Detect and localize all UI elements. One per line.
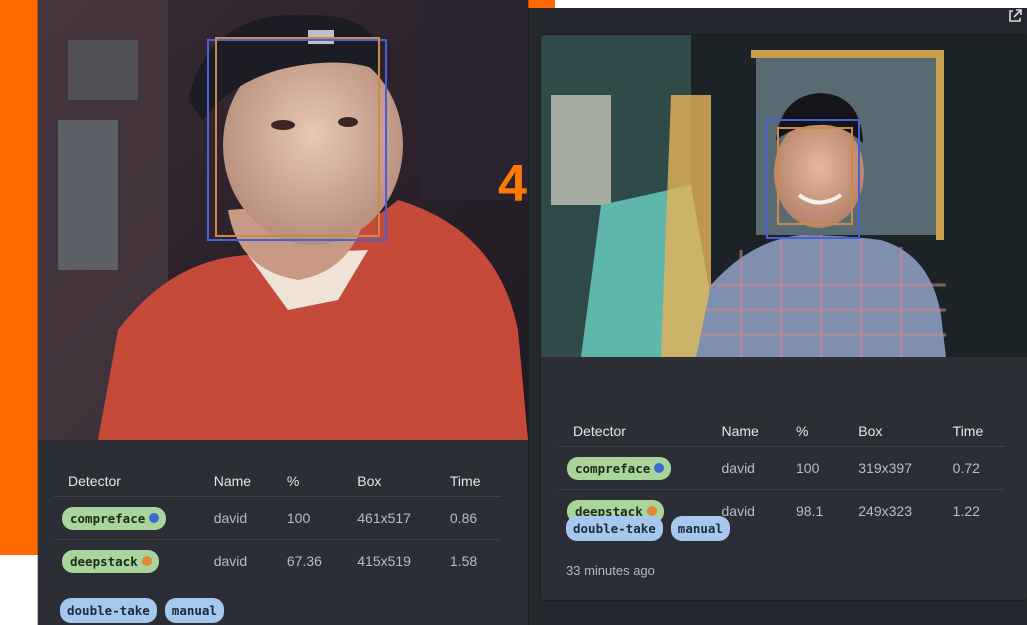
photo-image bbox=[541, 35, 1027, 357]
col-detector: Detector bbox=[54, 466, 200, 497]
col-detector: Detector bbox=[559, 416, 708, 447]
col-box: Box bbox=[343, 466, 436, 497]
col-time: Time bbox=[938, 416, 1005, 447]
tag-manual[interactable]: manual bbox=[164, 598, 224, 623]
step-number: 4 bbox=[498, 155, 527, 213]
cell-percent: 100 bbox=[272, 496, 344, 540]
col-box: Box bbox=[844, 416, 939, 447]
match-photo[interactable] bbox=[38, 0, 528, 440]
deepstack-dot-icon bbox=[141, 556, 152, 566]
cell-percent: 67.36 bbox=[286, 553, 322, 569]
cell-time: 0.72 bbox=[938, 446, 1005, 490]
table-row: compreface david 100 319x397 0.72 bbox=[559, 446, 1005, 490]
detector-badge: compreface bbox=[62, 506, 167, 530]
cell-box: 319x397 bbox=[844, 446, 939, 490]
col-name: Name bbox=[707, 416, 783, 447]
cell-box: 461x517 bbox=[343, 496, 436, 540]
tag-manual[interactable]: manual bbox=[670, 516, 730, 541]
cell-percent: 98.1 bbox=[796, 503, 824, 519]
col-time: Time bbox=[435, 466, 501, 497]
col-percent: % bbox=[272, 466, 344, 497]
col-name: Name bbox=[199, 466, 273, 497]
tag-double-take[interactable]: double-take bbox=[566, 516, 663, 541]
tag-list: double-take manual bbox=[60, 598, 224, 623]
tag-list: double-take manual bbox=[566, 516, 730, 541]
table-row: deepstack david 67.36 415x519 1.58 bbox=[54, 540, 501, 583]
match-card-left: Detector Name % Box Time compreface davi… bbox=[38, 0, 528, 625]
col-percent: % bbox=[782, 416, 845, 447]
cell-time: 0.86 bbox=[435, 496, 501, 540]
detector-badge: deepstack bbox=[62, 549, 159, 573]
deepstack-dot-icon bbox=[646, 506, 657, 516]
cell-name: david bbox=[213, 553, 248, 569]
cell-name: david bbox=[199, 496, 273, 540]
results-table: Detector Name % Box Time compreface davi… bbox=[559, 416, 1005, 532]
tag-double-take[interactable]: double-take bbox=[60, 598, 157, 623]
cell-box: 249x323 bbox=[858, 503, 912, 519]
cell-time: 1.22 bbox=[952, 503, 980, 519]
detector-badge: compreface bbox=[567, 456, 672, 480]
match-card-right: Detector Name % Box Time compreface davi… bbox=[541, 35, 1027, 600]
compreface-dot-icon bbox=[149, 513, 160, 523]
match-photo[interactable] bbox=[541, 35, 1027, 357]
results-table: Detector Name % Box Time compreface davi… bbox=[54, 466, 501, 582]
timestamp: 33 minutes ago bbox=[566, 563, 655, 578]
compreface-dot-icon bbox=[654, 463, 665, 473]
table-row: compreface david 100 461x517 0.86 bbox=[54, 496, 501, 540]
cell-percent: 100 bbox=[782, 446, 845, 490]
cell-time: 1.58 bbox=[449, 553, 478, 569]
accent-block bbox=[0, 0, 40, 555]
cell-box: 415x519 bbox=[357, 553, 411, 569]
external-link-icon[interactable] bbox=[1007, 8, 1023, 24]
cell-name: david bbox=[707, 446, 783, 490]
photo-image bbox=[38, 0, 528, 440]
